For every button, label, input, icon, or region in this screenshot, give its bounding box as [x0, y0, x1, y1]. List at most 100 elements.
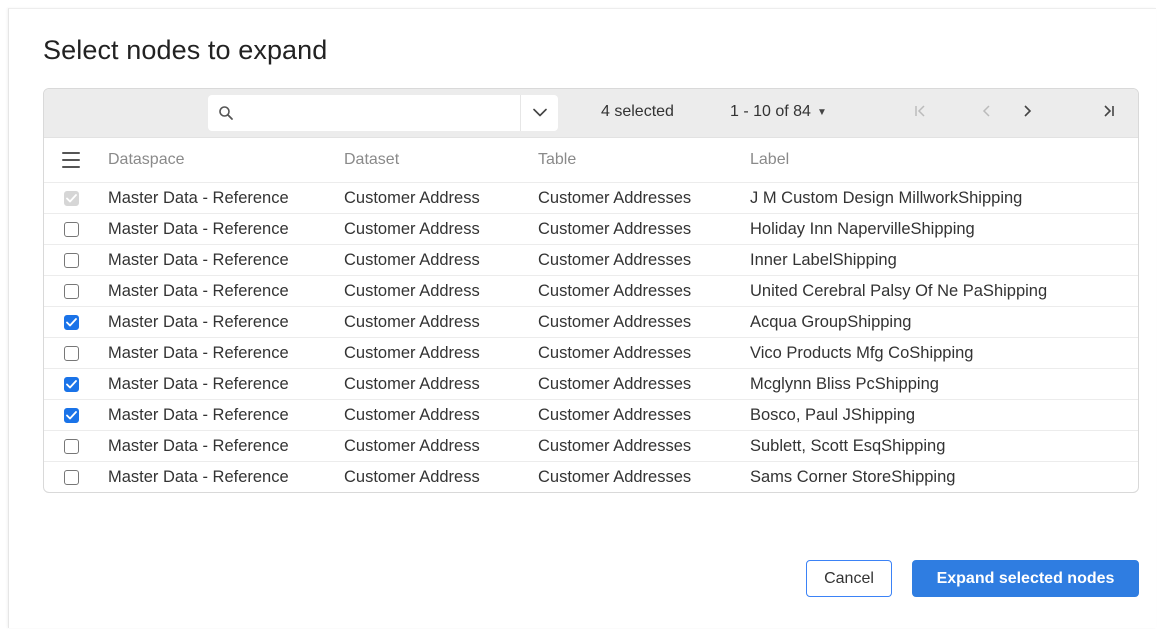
cell-table: Customer Addresses: [538, 281, 692, 300]
cell-dataspace: Master Data - Reference: [108, 468, 289, 486]
first-page-button[interactable]: [910, 101, 932, 125]
selected-count: 4 selected: [601, 103, 674, 120]
chevron-down-icon: [532, 104, 547, 122]
row-checkbox[interactable]: [63, 283, 79, 299]
cell-label: Inner LabelShipping: [750, 250, 897, 269]
cell-dataset: Customer Address: [344, 188, 480, 207]
table-row[interactable]: Master Data - Reference Customer Address C…: [44, 276, 1138, 307]
cell-dataspace: Master Data - Reference: [108, 374, 289, 393]
cell-label: Holiday Inn NapervilleShipping: [750, 219, 975, 238]
cell-table: Customer Addresses: [538, 468, 692, 486]
cell-label: Vico Products Mfg CoShipping: [750, 343, 974, 362]
chevron-left-icon: [982, 104, 992, 123]
menu-icon: [62, 152, 80, 168]
table-row[interactable]: Master Data - Reference Customer Address C…: [44, 245, 1138, 276]
search-icon: [208, 95, 244, 131]
checkmark-icon: [65, 193, 77, 202]
column-menu-button[interactable]: [44, 152, 98, 168]
cell-label: Acqua GroupShipping: [750, 312, 912, 331]
cell-dataset: Customer Address: [344, 219, 480, 238]
last-page-icon: [1101, 104, 1115, 123]
cell-dataset: Customer Address: [344, 405, 480, 424]
row-checkbox[interactable]: [63, 345, 79, 361]
column-header-label[interactable]: Label: [750, 151, 1138, 169]
chevron-right-icon: [1022, 104, 1032, 123]
cell-table: Customer Addresses: [538, 312, 692, 331]
row-checkbox[interactable]: [63, 376, 79, 392]
cell-table: Customer Addresses: [538, 436, 692, 455]
caret-down-icon: ▼: [816, 106, 827, 118]
cell-label: Sublett, Scott EsqShipping: [750, 436, 946, 455]
cell-dataspace: Master Data - Reference: [108, 436, 289, 455]
cell-dataset: Customer Address: [344, 281, 480, 300]
table-row[interactable]: Master Data - Reference Customer Address C…: [44, 400, 1138, 431]
cell-dataspace: Master Data - Reference: [108, 219, 289, 238]
row-checkbox-cell: [44, 221, 98, 237]
table-row[interactable]: Master Data - Reference Customer Address C…: [44, 307, 1138, 338]
last-page-button[interactable]: [1097, 101, 1119, 125]
cell-label: Mcglynn Bliss PcShipping: [750, 374, 939, 393]
cell-table: Customer Addresses: [538, 188, 692, 207]
grid-header-row: Dataspace Dataset Table Label: [44, 138, 1138, 183]
cell-dataset: Customer Address: [344, 312, 480, 331]
table-row[interactable]: Master Data - Reference Customer Address C…: [44, 183, 1138, 214]
dialog-title: Select nodes to expand: [43, 35, 328, 65]
cell-dataset: Customer Address: [344, 250, 480, 269]
search-box: [208, 95, 558, 131]
checkmark-icon: [65, 410, 77, 419]
row-checkbox-cell: [44, 345, 98, 361]
search-dropdown-button[interactable]: [520, 95, 558, 131]
cell-dataspace: Master Data - Reference: [108, 405, 289, 424]
cell-table: Customer Addresses: [538, 405, 692, 424]
row-checkbox-cell: [44, 314, 98, 330]
search-input[interactable]: [244, 98, 558, 128]
checkmark-icon: [65, 317, 77, 326]
cell-dataset: Customer Address: [344, 343, 480, 362]
column-header-dataspace[interactable]: Dataspace: [98, 151, 344, 169]
row-checkbox[interactable]: [63, 470, 79, 485]
table-row[interactable]: Master Data - Reference Customer Address C…: [44, 369, 1138, 400]
row-checkbox-cell: [44, 438, 98, 454]
next-page-button[interactable]: [1016, 101, 1038, 125]
row-checkbox[interactable]: [63, 221, 79, 237]
grid-toolbar: 4 selected 1 - 10 of 84 ▼: [44, 89, 1138, 138]
cell-table: Customer Addresses: [538, 219, 692, 238]
cell-table: Customer Addresses: [538, 374, 692, 393]
cell-dataspace: Master Data - Reference: [108, 188, 289, 207]
row-checkbox-cell: [44, 283, 98, 299]
cell-label: United Cerebral Palsy Of Ne PaShipping: [750, 281, 1048, 300]
row-checkbox: [63, 190, 79, 206]
table-row[interactable]: Master Data - Reference Customer Address C…: [44, 462, 1138, 492]
cell-dataspace: Master Data - Reference: [108, 281, 289, 300]
table-row[interactable]: Master Data - Reference Customer Address C…: [44, 431, 1138, 462]
cell-label: Sams Corner StoreShipping: [750, 468, 956, 486]
page-size-dropdown[interactable]: 1 - 10 of 84 ▼: [730, 103, 827, 121]
cell-table: Customer Addresses: [538, 250, 692, 269]
row-checkbox-cell: [44, 407, 98, 423]
row-checkbox-cell: [44, 376, 98, 392]
first-page-icon: [914, 104, 928, 123]
cell-dataset: Customer Address: [344, 468, 480, 486]
column-header-dataset[interactable]: Dataset: [344, 151, 538, 169]
expand-selected-nodes-button[interactable]: Expand selected nodes: [912, 560, 1139, 597]
table-row[interactable]: Master Data - Reference Customer Address C…: [44, 214, 1138, 245]
cell-dataset: Customer Address: [344, 374, 480, 393]
cancel-button[interactable]: Cancel: [806, 560, 892, 597]
select-nodes-dialog: Select nodes to expand 4 selected 1 - 10…: [8, 8, 1156, 628]
cell-label: J M Custom Design MillworkShipping: [750, 188, 1023, 207]
column-header-table[interactable]: Table: [538, 151, 750, 169]
row-checkbox[interactable]: [63, 314, 79, 330]
cell-table: Customer Addresses: [538, 343, 692, 362]
row-checkbox[interactable]: [63, 407, 79, 423]
checkmark-icon: [65, 379, 77, 388]
row-checkbox[interactable]: [63, 252, 79, 268]
cell-label: Bosco, Paul JShipping: [750, 405, 916, 424]
table-row[interactable]: Master Data - Reference Customer Address C…: [44, 338, 1138, 369]
previous-page-button[interactable]: [976, 101, 998, 125]
page-range-text: 1 - 10 of 84: [730, 103, 811, 120]
cell-dataspace: Master Data - Reference: [108, 250, 289, 269]
cell-dataspace: Master Data - Reference: [108, 343, 289, 362]
cell-dataset: Customer Address: [344, 436, 480, 455]
row-checkbox[interactable]: [63, 438, 79, 454]
nodes-grid: 4 selected 1 - 10 of 84 ▼ Dataspace Data…: [43, 88, 1139, 493]
